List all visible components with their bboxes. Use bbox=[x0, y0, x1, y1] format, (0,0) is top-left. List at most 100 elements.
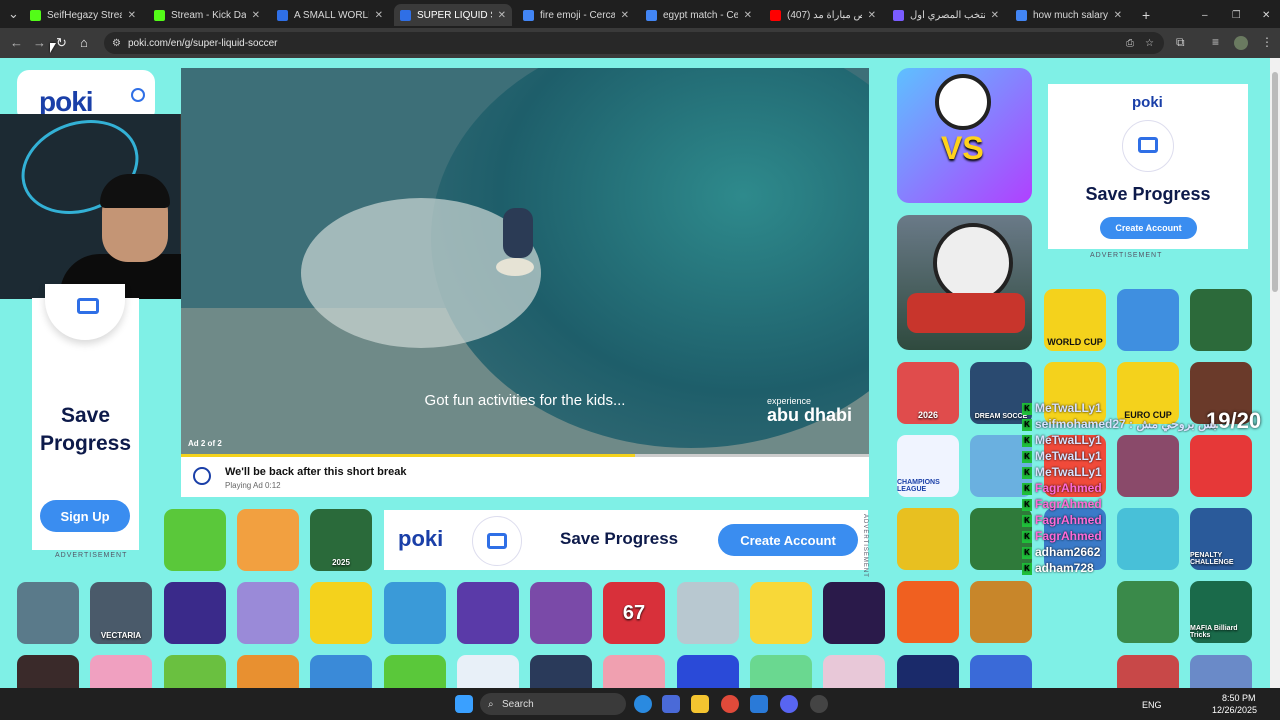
game-thumb-racer[interactable] bbox=[897, 508, 959, 570]
user-icon[interactable] bbox=[131, 88, 145, 102]
browser-tab[interactable]: (407) ملخص مباراة مد ✕ bbox=[764, 4, 882, 26]
profile-avatar[interactable] bbox=[1234, 36, 1248, 50]
game-thumb-row5-11[interactable] bbox=[750, 655, 812, 688]
game-thumb-row5-4[interactable] bbox=[237, 655, 299, 688]
game-thumb-basketball[interactable] bbox=[530, 582, 592, 644]
extensions-icon[interactable]: ⧉ bbox=[1176, 35, 1185, 50]
game-thumb-row5-13[interactable] bbox=[897, 655, 959, 688]
tab-close-icon[interactable]: ✕ bbox=[991, 10, 999, 21]
tab-close-icon[interactable]: ✕ bbox=[498, 10, 506, 21]
game-thumb-world-cup[interactable]: WORLD CUP bbox=[1044, 289, 1106, 351]
clock-date[interactable]: 12/26/2025 bbox=[1212, 705, 1257, 715]
game-thumb-stadium[interactable] bbox=[1190, 289, 1252, 351]
game-thumb-hockey[interactable] bbox=[237, 582, 299, 644]
game-thumb-row5-7[interactable] bbox=[457, 655, 519, 688]
browser-tab[interactable]: SUPER LIQUID SO ✕ bbox=[394, 4, 512, 26]
game-thumb-vs[interactable]: VS bbox=[897, 68, 1032, 203]
game-thumb-ninja[interactable] bbox=[823, 582, 885, 644]
bookmark-star-icon[interactable]: ☆ bbox=[1145, 38, 1154, 49]
maximize-icon[interactable]: ❐ bbox=[1226, 4, 1240, 26]
game-thumb-red-ball[interactable] bbox=[310, 582, 372, 644]
game-thumb-mafia[interactable]: MAFIA Billiard Tricks bbox=[1190, 581, 1252, 643]
game-thumb-santa-2026[interactable]: 2026 bbox=[897, 362, 959, 424]
tab-close-icon[interactable]: ✕ bbox=[1114, 10, 1122, 21]
game-player-ad[interactable]: Got fun activities for the kids... exper… bbox=[181, 68, 869, 454]
chrome-icon[interactable] bbox=[721, 695, 739, 713]
browser-tab[interactable]: المنتخب المصري أول ✕ bbox=[887, 4, 1005, 26]
create-account-button[interactable]: Create Account bbox=[1100, 217, 1197, 239]
close-window-icon[interactable]: ✕ bbox=[1256, 4, 1270, 26]
game-thumb-row5-1[interactable] bbox=[17, 655, 79, 688]
sign-up-button[interactable]: Sign Up bbox=[40, 500, 130, 532]
game-thumb-row5-5[interactable] bbox=[310, 655, 372, 688]
file-explorer-icon[interactable] bbox=[691, 695, 709, 713]
game-thumb-row5-10[interactable] bbox=[677, 655, 739, 688]
create-account-button[interactable]: Create Account bbox=[718, 524, 858, 556]
game-thumb-moto[interactable] bbox=[897, 581, 959, 643]
tab-close-icon[interactable]: ✕ bbox=[744, 10, 752, 21]
game-thumb-tennis[interactable] bbox=[384, 582, 446, 644]
game-thumb-snake[interactable] bbox=[164, 582, 226, 644]
game-thumb-badminton[interactable] bbox=[457, 582, 519, 644]
install-icon[interactable]: ⎙ bbox=[1126, 38, 1134, 49]
site-info-icon[interactable]: ⚙ bbox=[112, 38, 121, 49]
tab-close-icon[interactable]: ✕ bbox=[868, 10, 876, 21]
page-scrollbar[interactable] bbox=[1270, 58, 1280, 688]
home-icon[interactable]: ⌂ bbox=[80, 35, 88, 50]
tab-search-chevron-icon[interactable]: ⌄ bbox=[8, 6, 19, 22]
game-thumb-row5-16[interactable] bbox=[1190, 655, 1252, 688]
game-thumb-row5-14[interactable] bbox=[970, 655, 1032, 688]
game-thumb-goal[interactable] bbox=[1117, 581, 1179, 643]
game-thumb-row5-8[interactable] bbox=[530, 655, 592, 688]
minimize-icon[interactable]: – bbox=[1196, 4, 1210, 26]
tab-close-icon[interactable]: ✕ bbox=[621, 10, 629, 21]
browser-tab[interactable]: fire emoji - Cerca co ✕ bbox=[517, 4, 635, 26]
language-indicator[interactable]: ENG bbox=[1142, 700, 1162, 710]
mail-icon[interactable] bbox=[750, 695, 768, 713]
game-thumb-row5-9[interactable] bbox=[603, 655, 665, 688]
browser-tab[interactable]: SeifHegazy Stream ✕ bbox=[24, 4, 142, 26]
game-thumb-car-soccer[interactable] bbox=[897, 215, 1032, 350]
edge-icon[interactable] bbox=[634, 695, 652, 713]
game-thumb-kick-soccer[interactable] bbox=[164, 509, 226, 571]
browser-tab[interactable]: Stream - Kick Dashbo ✕ bbox=[148, 4, 266, 26]
game-thumb-champions[interactable]: CHAMPIONS LEAGUE bbox=[897, 435, 959, 497]
tab-close-icon[interactable]: ✕ bbox=[252, 10, 260, 21]
tab-close-icon[interactable]: ✕ bbox=[375, 10, 383, 21]
left-ad-label: ADVERTISEMENT bbox=[55, 552, 128, 559]
new-tab-button[interactable]: + bbox=[1136, 4, 1156, 26]
browser-tab[interactable]: egypt match - Cerca ✕ bbox=[640, 4, 758, 26]
menu-icon[interactable]: ⋮ bbox=[1261, 35, 1273, 49]
game-thumb-small-world-cup[interactable]: 2025 bbox=[310, 509, 372, 571]
game-thumb-row5-2[interactable] bbox=[90, 655, 152, 688]
media-icon[interactable]: ≡ bbox=[1212, 35, 1219, 49]
taskbar-search[interactable]: ⌕ Search bbox=[480, 693, 626, 715]
game-thumb-bear[interactable] bbox=[970, 581, 1032, 643]
game-thumb-row5-6[interactable] bbox=[384, 655, 446, 688]
game-thumb-vectaria[interactable]: VECTARIA bbox=[90, 582, 152, 644]
game-thumb-shooter[interactable] bbox=[17, 582, 79, 644]
browser-tab[interactable]: how much salary do ✕ bbox=[1010, 4, 1128, 26]
game-thumb-67[interactable]: 67 bbox=[603, 582, 665, 644]
store-icon[interactable] bbox=[662, 695, 680, 713]
clock-time[interactable]: 8:50 PM bbox=[1222, 693, 1256, 703]
game-thumb-stickman[interactable] bbox=[750, 582, 812, 644]
game-thumb-row5-12[interactable] bbox=[823, 655, 885, 688]
scrollbar-thumb[interactable] bbox=[1272, 72, 1278, 292]
game-thumb-row5-3[interactable] bbox=[164, 655, 226, 688]
tab-favicon-icon bbox=[30, 9, 41, 21]
game-thumb-penalty-kick[interactable] bbox=[1117, 289, 1179, 351]
address-bar[interactable]: ⚙ poki.com/en/g/super-liquid-soccer ⎙ ☆ bbox=[104, 32, 1164, 54]
game-thumb-row5-15[interactable] bbox=[1117, 655, 1179, 688]
browser-tab[interactable]: A SMALL WORLD CU ✕ bbox=[271, 4, 389, 26]
tab-close-icon[interactable]: ✕ bbox=[128, 10, 136, 21]
windows-start-icon[interactable] bbox=[455, 695, 473, 713]
game-thumb-f1[interactable] bbox=[677, 582, 739, 644]
forward-icon[interactable]: → bbox=[33, 35, 46, 50]
tab-title: fire emoji - Cerca co bbox=[540, 9, 615, 21]
game-thumb-messi[interactable] bbox=[237, 509, 299, 571]
discord-icon[interactable] bbox=[780, 695, 798, 713]
back-icon[interactable]: ← bbox=[10, 35, 23, 50]
reload-icon[interactable]: ↻ bbox=[56, 35, 67, 51]
obs-icon[interactable] bbox=[810, 695, 828, 713]
